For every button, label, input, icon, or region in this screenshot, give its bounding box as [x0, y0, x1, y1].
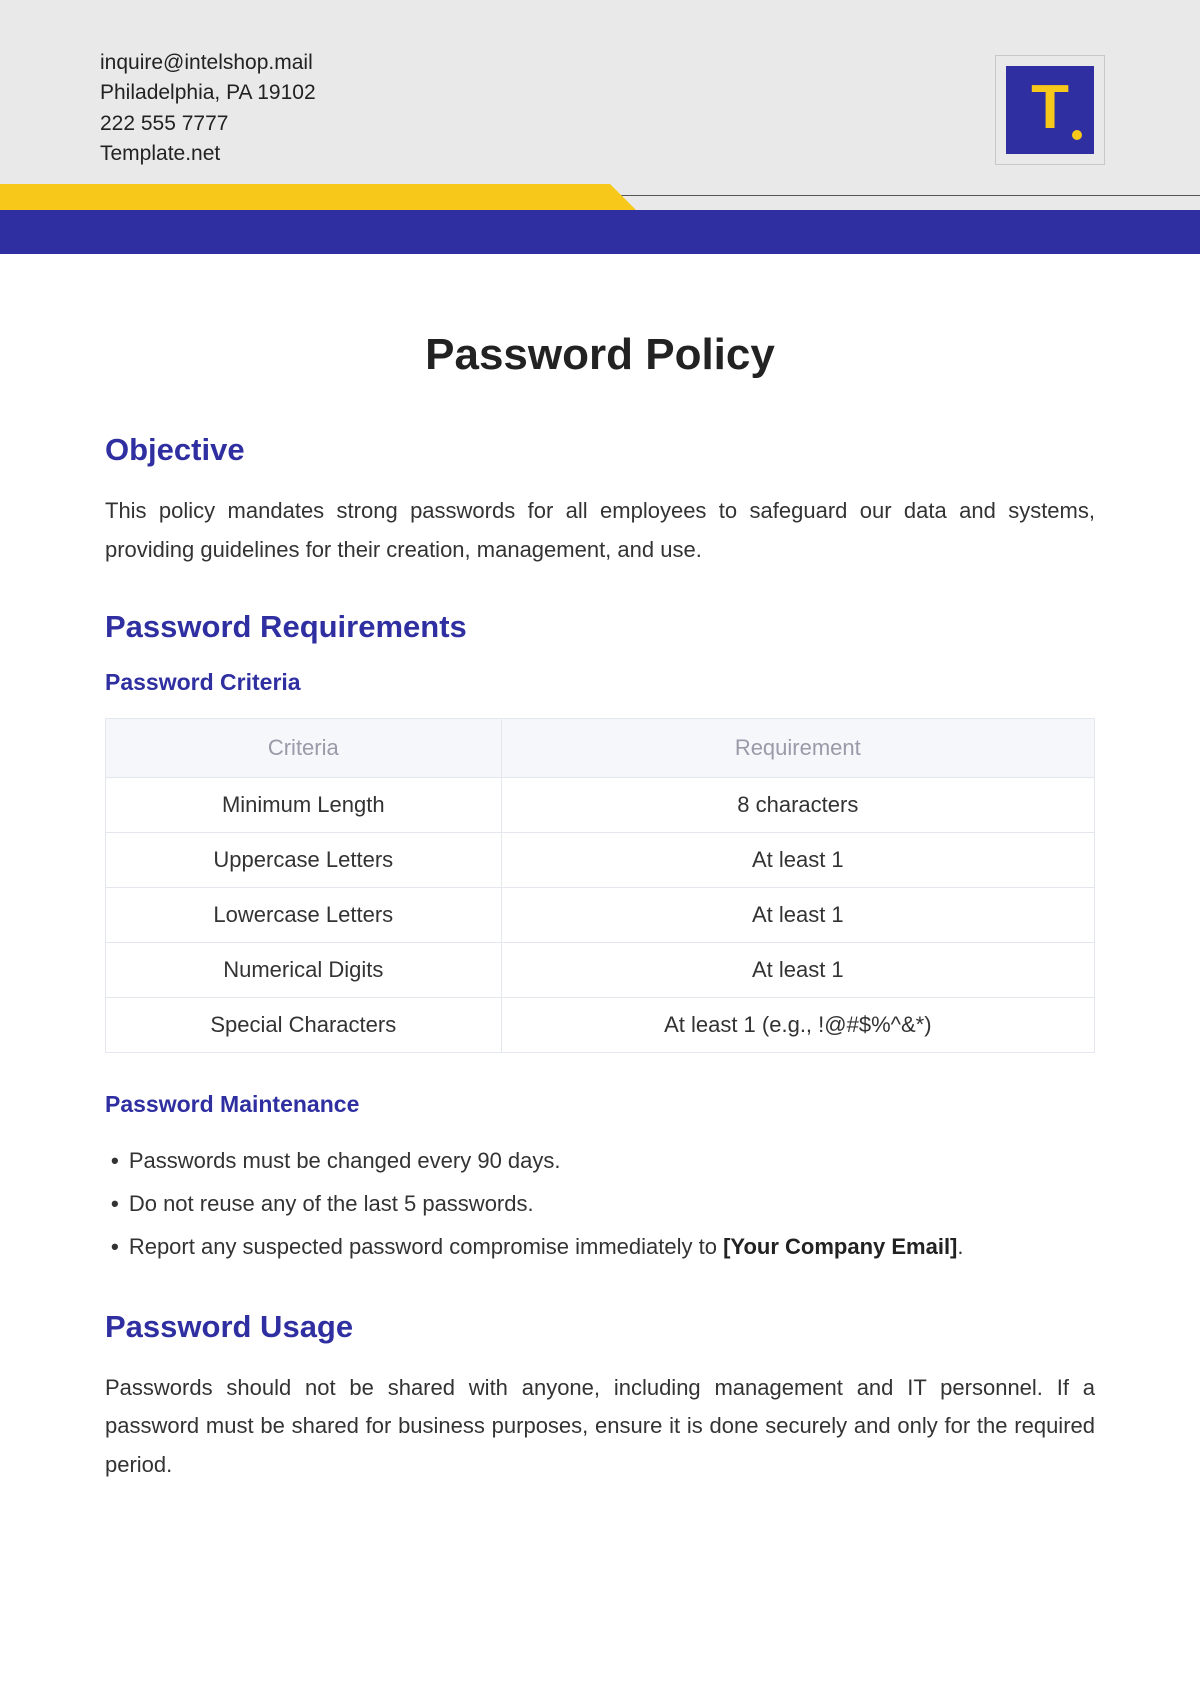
cell: At least 1 [501, 888, 1094, 943]
table-row: Uppercase Letters At least 1 [106, 833, 1095, 888]
cell: At least 1 [501, 833, 1094, 888]
th-requirement: Requirement [501, 719, 1094, 778]
cell: At least 1 [501, 943, 1094, 998]
contact-email: inquire@intelshop.mail [100, 48, 316, 78]
accent-band-blue [0, 210, 1200, 254]
table-row: Special Characters At least 1 (e.g., !@#… [106, 998, 1095, 1053]
cell: 8 characters [501, 778, 1094, 833]
table-row: Numerical Digits At least 1 [106, 943, 1095, 998]
heading-criteria: Password Criteria [105, 669, 1095, 696]
cell: Numerical Digits [106, 943, 502, 998]
th-criteria: Criteria [106, 719, 502, 778]
cell: Uppercase Letters [106, 833, 502, 888]
maintenance-list: Passwords must be changed every 90 days.… [105, 1140, 1095, 1269]
table-row: Minimum Length 8 characters [106, 778, 1095, 833]
cell: At least 1 (e.g., !@#$%^&*) [501, 998, 1094, 1053]
contact-site: Template.net [100, 139, 316, 169]
page-title: Password Policy [105, 330, 1095, 380]
section-objective: Objective This policy mandates strong pa… [105, 432, 1095, 569]
cell: Minimum Length [106, 778, 502, 833]
contact-address: Philadelphia, PA 19102 [100, 78, 316, 108]
list-item: Do not reuse any of the last 5 passwords… [111, 1183, 1095, 1226]
logo-letter: T [1031, 77, 1069, 139]
objective-body: This policy mandates strong passwords fo… [105, 492, 1095, 569]
cell: Lowercase Letters [106, 888, 502, 943]
heading-requirements: Password Requirements [105, 609, 1095, 645]
list-item: Passwords must be changed every 90 days. [111, 1140, 1095, 1183]
logo-inner: T [1006, 66, 1094, 154]
heading-objective: Objective [105, 432, 1095, 468]
document-content: Password Policy Objective This policy ma… [105, 330, 1095, 1524]
list-item: Report any suspected password compromise… [111, 1226, 1095, 1269]
accent-band-yellow [0, 184, 610, 210]
section-requirements: Password Requirements Password Criteria … [105, 609, 1095, 1269]
contact-phone: 222 555 7777 [100, 109, 316, 139]
heading-usage: Password Usage [105, 1309, 1095, 1345]
heading-maintenance: Password Maintenance [105, 1091, 1095, 1118]
brand-logo: T [995, 55, 1105, 165]
table-row: Lowercase Letters At least 1 [106, 888, 1095, 943]
section-usage: Password Usage Passwords should not be s… [105, 1309, 1095, 1485]
usage-body: Passwords should not be shared with anyo… [105, 1369, 1095, 1485]
contact-block: inquire@intelshop.mail Philadelphia, PA … [100, 48, 316, 170]
placeholder-email: [Your Company Email] [723, 1234, 957, 1259]
table-header-row: Criteria Requirement [106, 719, 1095, 778]
cell: Special Characters [106, 998, 502, 1053]
criteria-table: Criteria Requirement Minimum Length 8 ch… [105, 718, 1095, 1053]
logo-dot-icon [1072, 130, 1082, 140]
